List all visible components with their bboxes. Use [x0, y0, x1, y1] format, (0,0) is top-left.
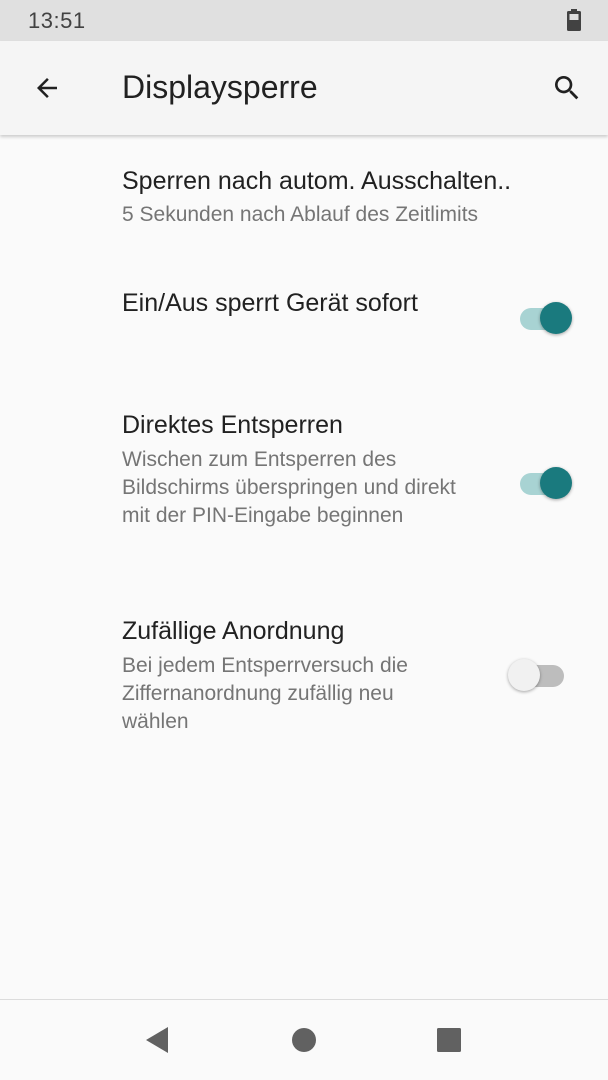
search-button[interactable]	[540, 61, 594, 115]
pref-title: Zufällige Anordnung	[122, 617, 345, 645]
pref-scramble-pin[interactable]: Zufällige Anordnung Bei jedem Entsperrve…	[0, 600, 608, 750]
pref-title: Sperren nach autom. Ausschalten..	[122, 167, 512, 195]
scramble-pin-switch[interactable]	[508, 657, 576, 693]
app-bar: Displaysperre	[0, 41, 608, 135]
switch-thumb	[540, 467, 572, 499]
status-bar: 13:51	[0, 0, 608, 41]
arrow-left-icon	[37, 78, 57, 98]
pref-summary: Wischen zum Entsperren des Bildschirms ü…	[122, 448, 456, 527]
power-lock-switch[interactable]	[516, 300, 576, 336]
status-time: 13:51	[28, 8, 86, 33]
navigation-bar	[0, 999, 608, 1080]
pref-title: Direktes Entsperren	[122, 411, 343, 439]
square-recents-icon	[437, 1028, 461, 1052]
screen: 13:51 Displaysperre Sperren nach autom. …	[0, 0, 608, 1080]
battery-icon	[567, 9, 581, 31]
pref-summary: 5 Sekunden nach Ablauf des Zeitlimits	[122, 203, 479, 226]
pref-lock-after-timeout[interactable]: Sperren nach autom. Ausschalten.. 5 Seku…	[0, 140, 608, 240]
page-title: Displaysperre	[122, 69, 318, 105]
pref-direct-unlock[interactable]: Direktes Entsperren Wischen zum Entsperr…	[0, 395, 608, 575]
nav-home-button[interactable]	[280, 1016, 328, 1064]
direct-unlock-switch[interactable]	[516, 465, 576, 501]
switch-thumb	[508, 659, 540, 691]
back-button[interactable]	[20, 61, 74, 115]
nav-back-button[interactable]	[133, 1016, 181, 1064]
circle-home-icon	[292, 1028, 316, 1052]
switch-thumb	[540, 302, 572, 334]
pref-summary: Bei jedem Entsperrversuch die Ziffernano…	[122, 654, 408, 733]
triangle-back-icon	[146, 1027, 168, 1053]
pref-title: Ein/Aus sperrt Gerät sofort	[122, 289, 418, 317]
pref-power-button-locks[interactable]: Ein/Aus sperrt Gerät sofort	[0, 260, 608, 380]
search-icon	[555, 76, 579, 100]
nav-recents-button[interactable]	[425, 1016, 473, 1064]
